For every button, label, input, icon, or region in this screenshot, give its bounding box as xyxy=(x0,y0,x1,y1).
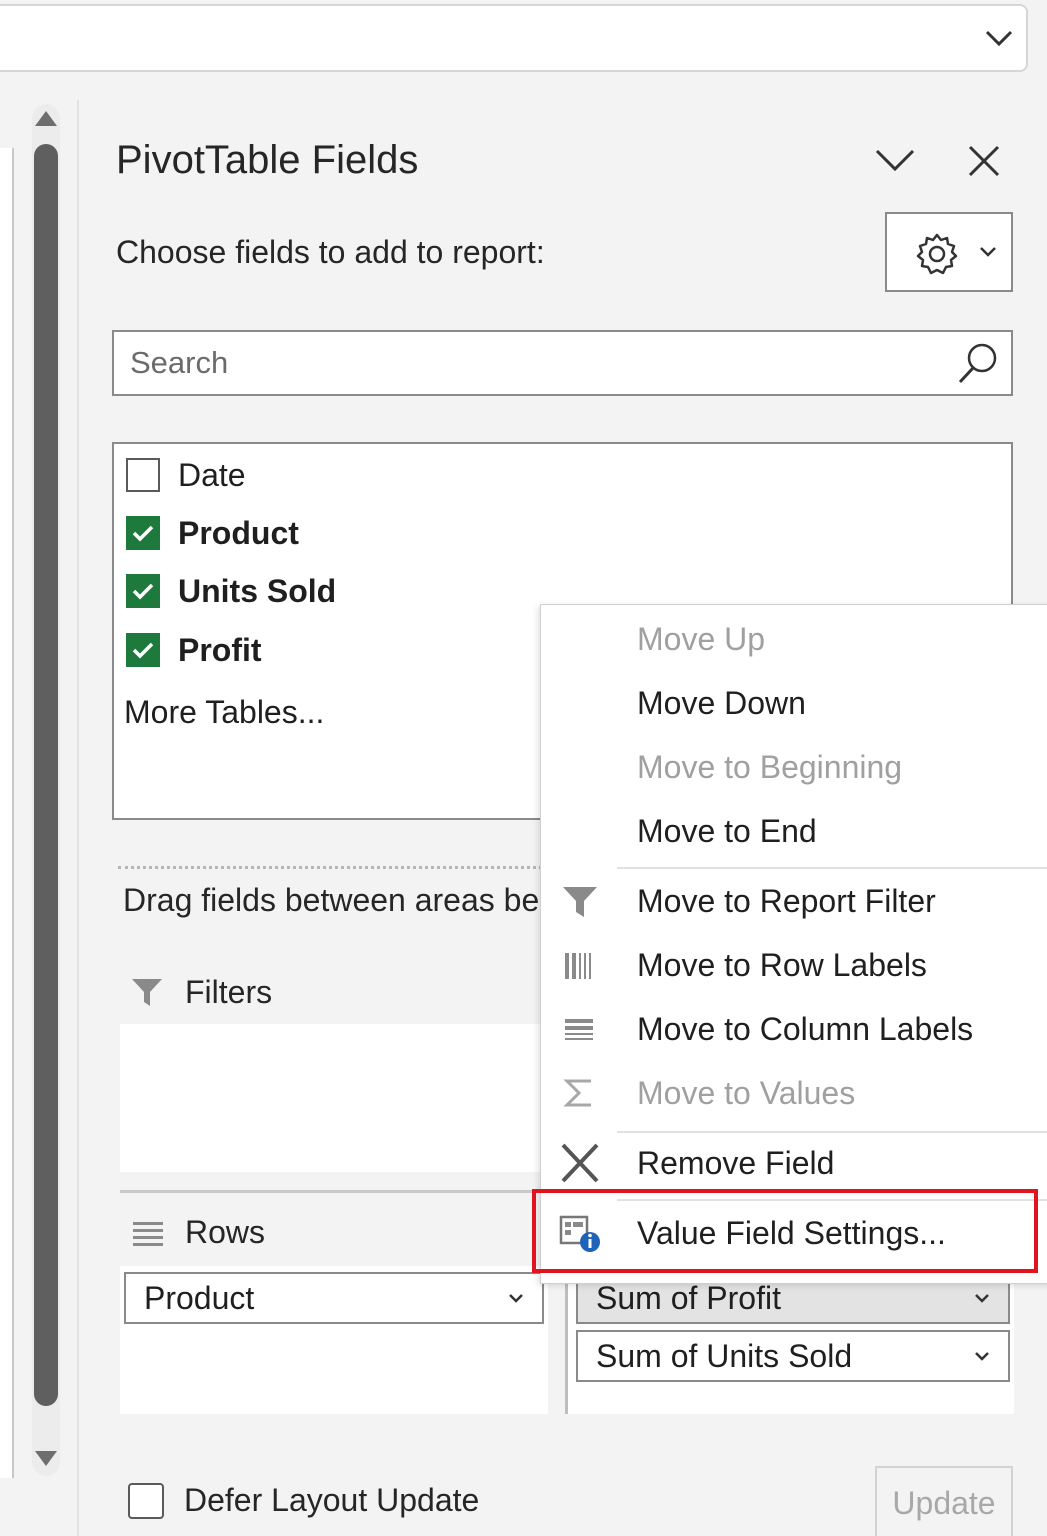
area-separator xyxy=(120,1190,550,1193)
defer-layout-label: Defer Layout Update xyxy=(184,1482,480,1518)
tools-gear-button[interactable] xyxy=(885,212,1013,292)
menu-item-label: Move to Beginning xyxy=(637,749,903,785)
values-field-sum-of-units-sold[interactable]: Sum of Units Sold xyxy=(576,1330,1010,1382)
field-item-product[interactable]: Product xyxy=(126,508,299,558)
update-button[interactable]: Update xyxy=(875,1466,1013,1536)
chevron-down-icon[interactable] xyxy=(984,28,1014,48)
chevron-down-icon[interactable] xyxy=(974,1351,990,1362)
menu-item-label: Move to Values xyxy=(637,1075,856,1111)
gear-icon xyxy=(916,233,958,275)
pane-title: PivotTable Fields xyxy=(116,138,419,182)
remove-x-icon xyxy=(561,1143,599,1183)
more-tables-link[interactable]: More Tables... xyxy=(124,694,324,731)
highlight-box xyxy=(532,1189,1038,1273)
menu-item-move-to-beginning[interactable]: Move to Beginning xyxy=(541,737,1047,797)
search-field[interactable] xyxy=(112,330,1013,396)
menu-item-move-to-end[interactable]: Move to End xyxy=(541,801,1047,861)
rows-icon xyxy=(133,1222,163,1246)
checkmark-icon xyxy=(132,525,154,542)
field-label: Profit xyxy=(178,631,262,668)
filters-drop-area[interactable] xyxy=(120,1024,550,1172)
filters-area-label: Filters xyxy=(185,974,273,1010)
menu-item-remove-field[interactable]: Remove Field xyxy=(541,1133,1047,1193)
menu-item-label: Move to Row Labels xyxy=(637,947,927,983)
filter-icon xyxy=(563,887,597,917)
menu-item-move-to-values[interactable]: Move to Values xyxy=(541,1063,1047,1123)
rows-area-label: Rows xyxy=(185,1214,266,1250)
scroll-down-arrow-icon[interactable] xyxy=(35,1451,57,1466)
field-checkbox-date[interactable] xyxy=(126,458,160,492)
column-labels-icon xyxy=(565,1019,593,1040)
drag-fields-label: Drag fields between areas below: xyxy=(123,882,597,918)
field-checkbox-product[interactable] xyxy=(126,516,160,550)
menu-item-label: Remove Field xyxy=(637,1145,835,1181)
pill-label: Sum of Units Sold xyxy=(596,1337,853,1374)
defer-layout-checkbox[interactable] xyxy=(128,1482,164,1519)
chevron-down-icon[interactable] xyxy=(974,1293,990,1304)
menu-item-label: Move to Report Filter xyxy=(637,883,936,919)
search-input[interactable] xyxy=(130,340,930,386)
field-context-menu: Move Up Move Down Move to Beginning Move… xyxy=(540,604,1047,1284)
chevron-down-icon[interactable] xyxy=(508,1293,524,1304)
sheet-edge xyxy=(0,148,14,1478)
field-label: Units Sold xyxy=(178,572,337,609)
pill-label: Product xyxy=(144,1279,255,1316)
menu-item-move-to-column-labels[interactable]: Move to Column Labels xyxy=(541,999,1047,1059)
field-item-profit[interactable]: Profit xyxy=(126,625,262,675)
field-label: Product xyxy=(178,514,299,551)
sigma-icon xyxy=(563,1079,591,1107)
pane-options-chevron-icon[interactable] xyxy=(873,145,917,175)
menu-item-move-to-row-labels[interactable]: Move to Row Labels xyxy=(541,935,1047,995)
checkmark-icon xyxy=(132,642,154,659)
menu-separator xyxy=(617,867,1047,869)
field-item-date[interactable]: Date xyxy=(126,450,246,500)
search-icon[interactable] xyxy=(955,340,1001,386)
menu-item-move-down[interactable]: Move Down xyxy=(541,673,1047,733)
scrollbar-thumb[interactable] xyxy=(34,144,58,1406)
pane-divider[interactable] xyxy=(77,100,79,1536)
field-item-units-sold[interactable]: Units Sold xyxy=(126,566,336,616)
scroll-up-arrow-icon[interactable] xyxy=(35,111,57,126)
close-icon[interactable] xyxy=(965,142,1003,180)
menu-item-label: Move to Column Labels xyxy=(637,1011,974,1047)
menu-item-label: Move Down xyxy=(637,685,806,721)
checkmark-icon xyxy=(132,583,154,600)
top-dropdown-bar[interactable] xyxy=(0,4,1028,72)
menu-item-label: Move to End xyxy=(637,813,817,849)
field-checkbox-profit[interactable] xyxy=(126,633,160,667)
field-checkbox-units-sold[interactable] xyxy=(126,574,160,608)
field-label: Date xyxy=(178,456,246,493)
filter-icon xyxy=(132,979,162,1006)
rows-field-product[interactable]: Product xyxy=(124,1272,544,1324)
chevron-down-icon xyxy=(980,247,996,257)
menu-item-move-up[interactable]: Move Up xyxy=(541,609,1047,669)
choose-fields-label: Choose fields to add to report: xyxy=(116,234,545,270)
pill-label: Sum of Profit xyxy=(596,1279,781,1316)
menu-item-label: Move Up xyxy=(637,621,766,657)
section-divider xyxy=(118,866,548,869)
row-labels-icon xyxy=(565,953,591,979)
menu-item-move-to-report-filter[interactable]: Move to Report Filter xyxy=(541,871,1047,931)
defer-layout-update[interactable]: Defer Layout Update xyxy=(128,1482,479,1519)
